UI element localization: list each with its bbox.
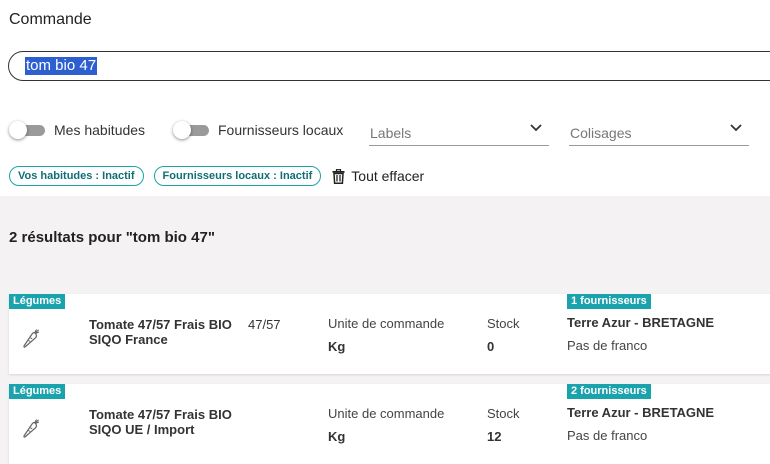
- select-placeholder: Labels: [370, 125, 412, 141]
- supplier-count-badge[interactable]: 2 fournisseurs: [567, 384, 651, 399]
- toggle-label: Mes habitudes: [54, 122, 146, 138]
- product-card[interactable]: Légumes Tomate 47/57 Frais BIO SIQO UE /…: [9, 384, 770, 464]
- unit-value: Kg: [328, 429, 346, 444]
- clear-all-label: Tout effacer: [351, 168, 425, 184]
- results-summary: 2 résultats pour "tom bio 47": [9, 229, 215, 246]
- chip-fournisseurs-locaux[interactable]: Fournisseurs locaux : Inactif: [153, 166, 322, 186]
- chevron-down-icon: [530, 124, 542, 132]
- trash-icon: [332, 168, 345, 184]
- toggle-switch[interactable]: [173, 121, 209, 139]
- supplier-name: Terre Azur - BRETAGNE: [567, 405, 715, 420]
- category-badge: Légumes: [9, 384, 66, 399]
- toggle-switch[interactable]: [9, 121, 45, 139]
- franco-status: Pas de franco: [567, 428, 648, 443]
- chip-vos-habitudes[interactable]: Vos habitudes : Inactif: [9, 166, 144, 186]
- active-filter-chips: Vos habitudes : Inactif Fournisseurs loc…: [9, 166, 424, 186]
- product-name[interactable]: Tomate 47/57 Frais BIO SIQO UE / Import: [89, 407, 244, 437]
- stock-value: 0: [487, 339, 495, 354]
- toggle-label: Fournisseurs locaux: [218, 122, 344, 138]
- search-input[interactable]: tom bio 47: [8, 51, 770, 81]
- filters-area: Commande tom bio 47 Mes habitudes Fourni…: [0, 0, 770, 196]
- labels-select[interactable]: Labels: [369, 118, 549, 146]
- toggle-mes-habitudes[interactable]: Mes habitudes: [9, 121, 146, 139]
- carrot-icon: [23, 419, 40, 438]
- product-name[interactable]: Tomate 47/57 Frais BIO SIQO France: [89, 317, 244, 347]
- product-card[interactable]: Légumes Tomate 47/57 Frais BIO SIQO Fran…: [9, 294, 770, 374]
- stock-label: Stock: [487, 316, 520, 331]
- colisages-select[interactable]: Colisages: [569, 118, 749, 146]
- category-badge: Légumes: [9, 294, 66, 309]
- carrot-icon: [23, 329, 40, 348]
- stock-value: 12: [487, 429, 502, 444]
- stock-label: Stock: [487, 406, 520, 421]
- clear-all-button[interactable]: Tout effacer: [332, 168, 424, 184]
- chevron-down-icon: [730, 124, 742, 132]
- results-panel: 2 résultats pour "tom bio 47" Légumes To…: [0, 196, 770, 464]
- search-query[interactable]: tom bio 47: [25, 57, 98, 75]
- product-caliber: 47/57: [248, 317, 281, 332]
- franco-status: Pas de franco: [567, 338, 648, 353]
- toggle-fournisseurs-locaux[interactable]: Fournisseurs locaux: [173, 121, 344, 139]
- unit-label: Unite de commande: [328, 316, 445, 331]
- page-title: Commande: [9, 11, 92, 28]
- supplier-count-badge[interactable]: 1 fournisseurs: [567, 294, 651, 309]
- unit-label: Unite de commande: [328, 406, 445, 421]
- supplier-name: Terre Azur - BRETAGNE: [567, 315, 715, 330]
- unit-value: Kg: [328, 339, 346, 354]
- select-placeholder: Colisages: [570, 125, 632, 141]
